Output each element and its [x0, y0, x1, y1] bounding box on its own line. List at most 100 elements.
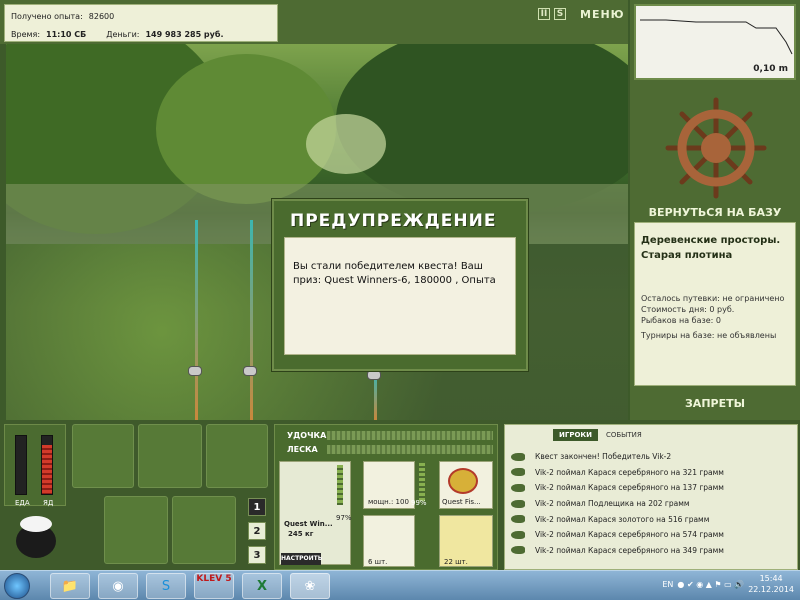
pot-icon[interactable]: [6, 512, 66, 568]
log-entry: Vik-2 поймал Карася серебряного на 574 г…: [511, 527, 793, 543]
log-text: Vik-2 поймал Карася серебряного на 349 г…: [535, 545, 724, 555]
reel-percent: 99%: [411, 499, 427, 507]
skype-icon[interactable]: S: [146, 573, 186, 599]
fish-icon: [511, 530, 525, 539]
location-title: Деревенские просторы. Старая плотина: [641, 235, 781, 261]
log-entry: Vik-2 поймал Подлещика на 202 грамм: [511, 496, 793, 512]
reel-slot[interactable]: мощн.: 100: [363, 461, 415, 509]
log-entry: Vik-2 поймал Карася золотого на 516 грам…: [511, 511, 793, 527]
bucket-icon[interactable]: [172, 496, 236, 564]
tree-foliage: [156, 54, 336, 204]
dialog-message: Вы стали победителем квеста! Ваш приз: Q…: [284, 237, 516, 355]
map-scroll-icon[interactable]: [206, 424, 268, 488]
food-basket-icon[interactable]: [104, 496, 168, 564]
rod-name: Quest Win...: [284, 520, 333, 528]
rod-weight: 245 кг: [288, 530, 314, 538]
fish-icon: [511, 483, 525, 492]
tackle-box-icon[interactable]: [72, 424, 134, 488]
line-strength-bar: [327, 445, 493, 454]
setup-button[interactable]: НАСТРОИТЬ: [281, 553, 322, 565]
food-meter: [15, 435, 27, 495]
tab-events[interactable]: СОБЫТИЯ: [600, 429, 648, 441]
location-info-panel: Деревенские просторы. Старая плотина Ост…: [634, 222, 796, 386]
excel-icon[interactable]: X: [242, 573, 282, 599]
warning-dialog[interactable]: ПРЕДУПРЕЖДЕНИЕ Вы стали победителем квес…: [272, 199, 528, 371]
inventory-page-2[interactable]: 2: [248, 522, 266, 540]
reel-wear-bar: [419, 463, 425, 503]
dialog-title: ПРЕДУПРЕЖДЕНИЕ: [290, 211, 497, 231]
event-log-panel: ИГРОКИ СОБЫТИЯ Квест закончен! Победител…: [504, 424, 798, 570]
explorer-icon[interactable]: 📁: [50, 573, 90, 599]
clock-date: 22.12.2014: [748, 585, 794, 594]
location-line: Рыбаков на базе: 0: [641, 316, 721, 325]
time-label: Время:: [11, 30, 41, 39]
player-info-panel: Получено опыта: 82600 Время: 11:10 СБ Де…: [4, 4, 278, 42]
return-to-base-button[interactable]: ВЕРНУТЬСЯ НА БАЗУ: [630, 206, 800, 219]
exp-label: Получено опыта:: [11, 12, 83, 21]
depth-value: 0,10 m: [753, 64, 788, 74]
exp-value: 82600: [88, 12, 115, 21]
food-label: ЕДА: [15, 499, 30, 507]
poison-meter-fill: [42, 444, 52, 494]
hook-slot[interactable]: 6 шт.: [363, 515, 415, 567]
rod-label: УДОЧКА: [287, 431, 327, 440]
inventory-page-1[interactable]: 1: [248, 498, 266, 516]
reel-1: [188, 366, 202, 376]
fish-icon: [511, 468, 525, 477]
log-entry: Vik-2 поймал Карася серебряного на 137 г…: [511, 480, 793, 496]
time-value: 11:10 СБ: [46, 30, 87, 39]
log-entry: Vik-2 поймал Карася серебряного на 349 г…: [511, 543, 793, 559]
location-line: Осталось путевки: не ограничено: [641, 294, 785, 303]
line-slot[interactable]: Quest Fis...: [439, 461, 493, 509]
sound-icon[interactable]: S: [554, 8, 566, 20]
game-butterfly-icon[interactable]: ❀: [290, 573, 330, 599]
language-indicator[interactable]: EN: [662, 580, 673, 589]
log-text: Vik-2 поймал Карася серебряного на 137 г…: [535, 483, 724, 493]
pause-icon[interactable]: II: [538, 8, 550, 20]
chrome-icon[interactable]: ◉: [98, 573, 138, 599]
bait-slot[interactable]: 22 шт.: [439, 515, 493, 567]
bait-bag-icon[interactable]: [138, 424, 202, 488]
bait-count: 22 шт.: [444, 558, 468, 566]
fishing-rod-3[interactable]: [374, 374, 377, 420]
depth-chart: 0,10 m: [634, 4, 796, 80]
start-button[interactable]: [4, 573, 30, 599]
location-line: Турниры на базе: не объявлены: [641, 331, 777, 340]
log-text: Vik-2 поймал Подлещика на 202 грамм: [535, 499, 690, 509]
tab-players[interactable]: ИГРОКИ: [553, 429, 598, 441]
fishing-rod-2[interactable]: [250, 220, 253, 420]
fish-icon: [511, 499, 525, 508]
ship-wheel-icon[interactable]: [664, 96, 768, 200]
rod-strength-bar: [327, 431, 493, 440]
klev-icon[interactable]: KLEV 5: [194, 573, 234, 599]
windows-taskbar: 📁 ◉ S KLEV 5 X ❀ EN ● ✔ ◉ ▲ ⚑ ▭ 🔊 15:44 …: [0, 570, 800, 600]
line-name: Quest Fis...: [442, 498, 481, 506]
log-text: Vik-2 поймал Карася серебряного на 321 г…: [535, 467, 724, 477]
fish-icon: [511, 515, 525, 524]
poison-label: ЯД: [43, 499, 54, 507]
money-label: Деньги:: [106, 30, 140, 39]
clock[interactable]: 15:44 22.12.2014: [748, 573, 794, 595]
bans-button[interactable]: ЗАПРЕТЫ: [630, 397, 800, 410]
log-text: Vik-2 поймал Карася серебряного на 574 г…: [535, 530, 724, 540]
reel-3: [367, 370, 381, 380]
right-panel: 0,10 m ВЕРНУТЬСЯ НА БАЗУ Деревенские про…: [630, 0, 800, 420]
rod-wear-bar: [337, 465, 343, 505]
tray-icons[interactable]: ● ✔ ◉ ▲ ⚑ ▭ 🔊: [677, 580, 744, 589]
log-entry: Квест закончен! Победитель Vik-2: [511, 449, 793, 465]
poison-meter: [41, 435, 53, 495]
fishing-rod-1[interactable]: [195, 220, 198, 420]
inventory-page-3[interactable]: 3: [248, 546, 266, 564]
system-tray: EN ● ✔ ◉ ▲ ⚑ ▭ 🔊 15:44 22.12.2014: [662, 573, 794, 595]
menu-button[interactable]: МЕНЮ: [580, 8, 625, 21]
log-text: Vik-2 поймал Карася золотого на 516 грам…: [535, 514, 710, 524]
bottom-panel: ЕДА ЯД 1 2 3 УДОЧКА ЛЕСКА Quest Win... 2…: [0, 420, 800, 570]
line-spool-icon: [448, 468, 478, 494]
meters-panel: ЕДА ЯД: [4, 424, 66, 507]
hook-count: 6 шт.: [368, 558, 388, 566]
line-label: ЛЕСКА: [287, 445, 318, 454]
reel-power: мощн.: 100: [368, 498, 409, 506]
fish-icon: [511, 452, 525, 461]
log-entry: Vik-2 поймал Карася серебряного на 321 г…: [511, 465, 793, 481]
reel-2: [243, 366, 257, 376]
